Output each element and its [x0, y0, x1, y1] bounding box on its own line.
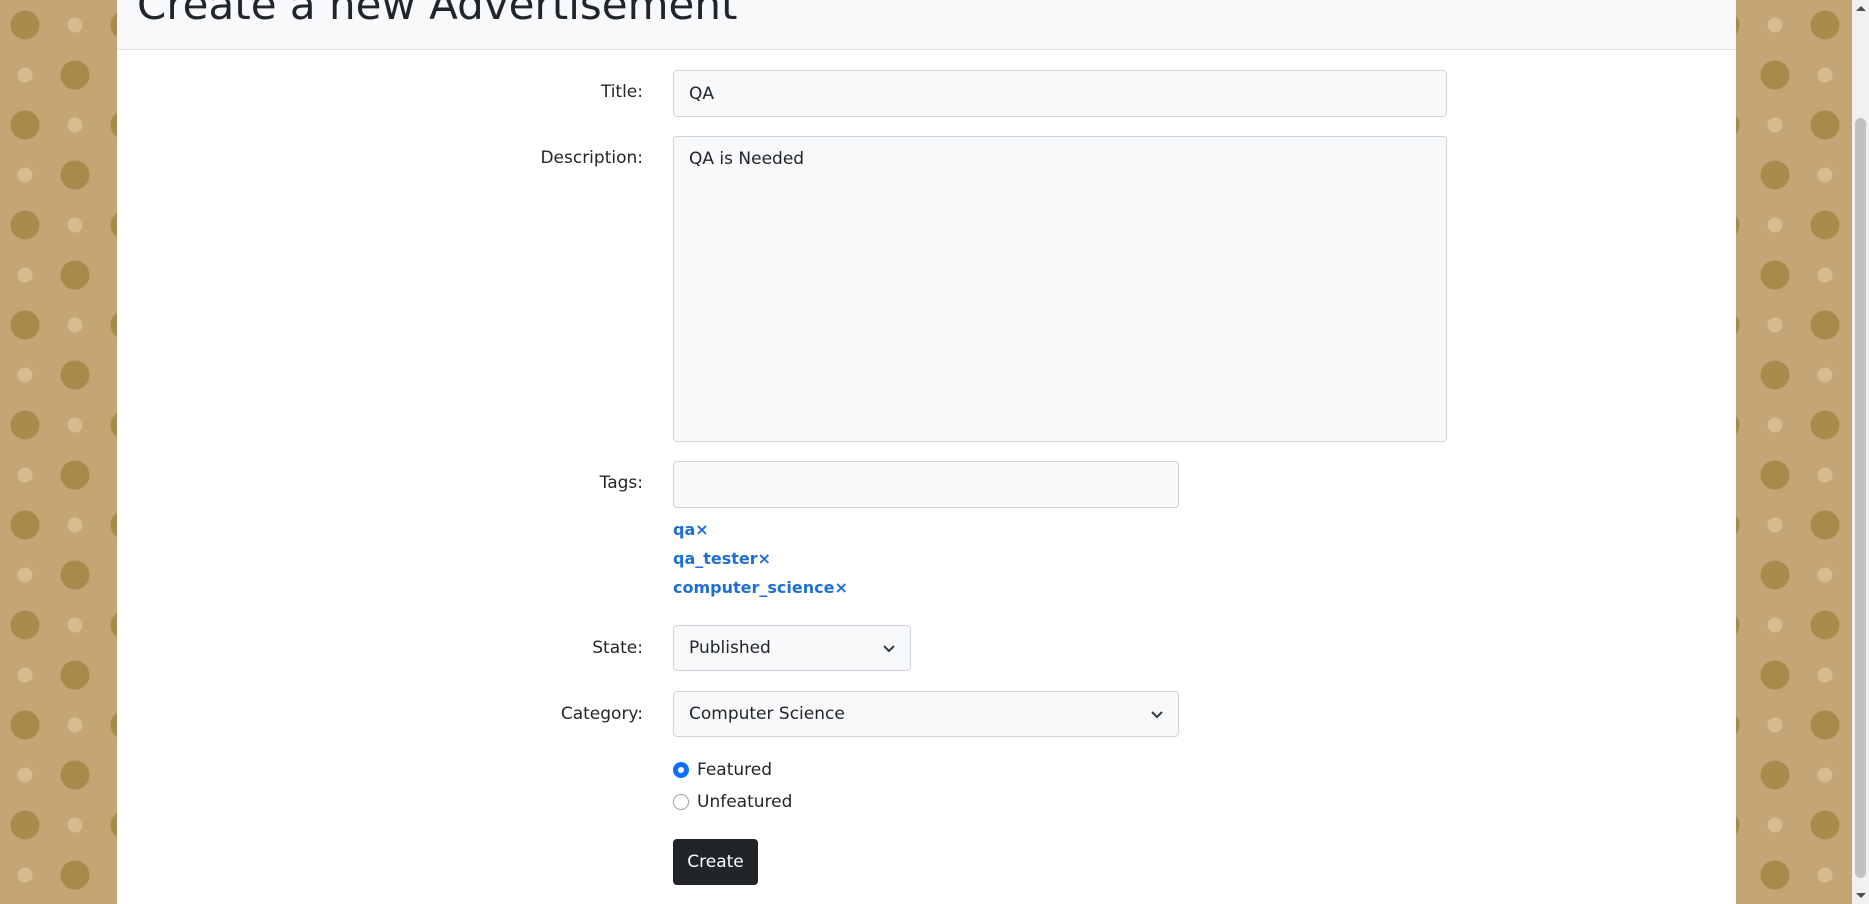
page-header: Create a new Advertisement: [117, 0, 1736, 50]
scroll-up-icon[interactable]: [1856, 6, 1866, 11]
description-textarea-value: QA is Needed: [689, 149, 805, 169]
category-select[interactable]: Computer Science: [673, 691, 1179, 737]
category-label: Category:: [560, 704, 643, 724]
chevron-down-icon: [1151, 711, 1163, 719]
featured-radio[interactable]: [673, 762, 689, 778]
state-select-value: Published: [689, 638, 771, 658]
tag-item-qa-tester[interactable]: qa_tester×: [673, 544, 848, 573]
scrollbar-thumb[interactable]: [1855, 118, 1866, 878]
state-select[interactable]: Published: [673, 625, 911, 671]
page-scrollbar[interactable]: [1852, 0, 1869, 904]
tag-list: qa× qa_tester× computer_science×: [673, 515, 848, 602]
unfeatured-option[interactable]: Unfeatured: [673, 792, 792, 812]
tags-input[interactable]: [673, 461, 1179, 508]
description-textarea[interactable]: QA is Needed: [673, 136, 1447, 442]
description-label: Description:: [540, 148, 643, 168]
category-select-value: Computer Science: [689, 704, 845, 724]
unfeatured-label: Unfeatured: [697, 792, 793, 812]
tags-label: Tags:: [599, 473, 643, 493]
page-title: Create a new Advertisement: [137, 0, 738, 29]
title-label: Title:: [600, 82, 643, 102]
main-container: Create a new Advertisement Title: QA Des…: [117, 0, 1736, 904]
tag-item-qa[interactable]: qa×: [673, 515, 848, 544]
title-input-value: QA: [689, 83, 715, 104]
unfeatured-radio[interactable]: [673, 794, 689, 810]
chevron-down-icon: [883, 645, 895, 653]
state-label: State:: [592, 638, 643, 658]
scroll-down-icon[interactable]: [1856, 893, 1866, 898]
create-button[interactable]: Create: [673, 839, 758, 885]
title-input[interactable]: QA: [673, 70, 1447, 117]
tag-item-computer-science[interactable]: computer_science×: [673, 573, 848, 602]
featured-label: Featured: [697, 760, 773, 780]
featured-option[interactable]: Featured: [673, 760, 772, 780]
